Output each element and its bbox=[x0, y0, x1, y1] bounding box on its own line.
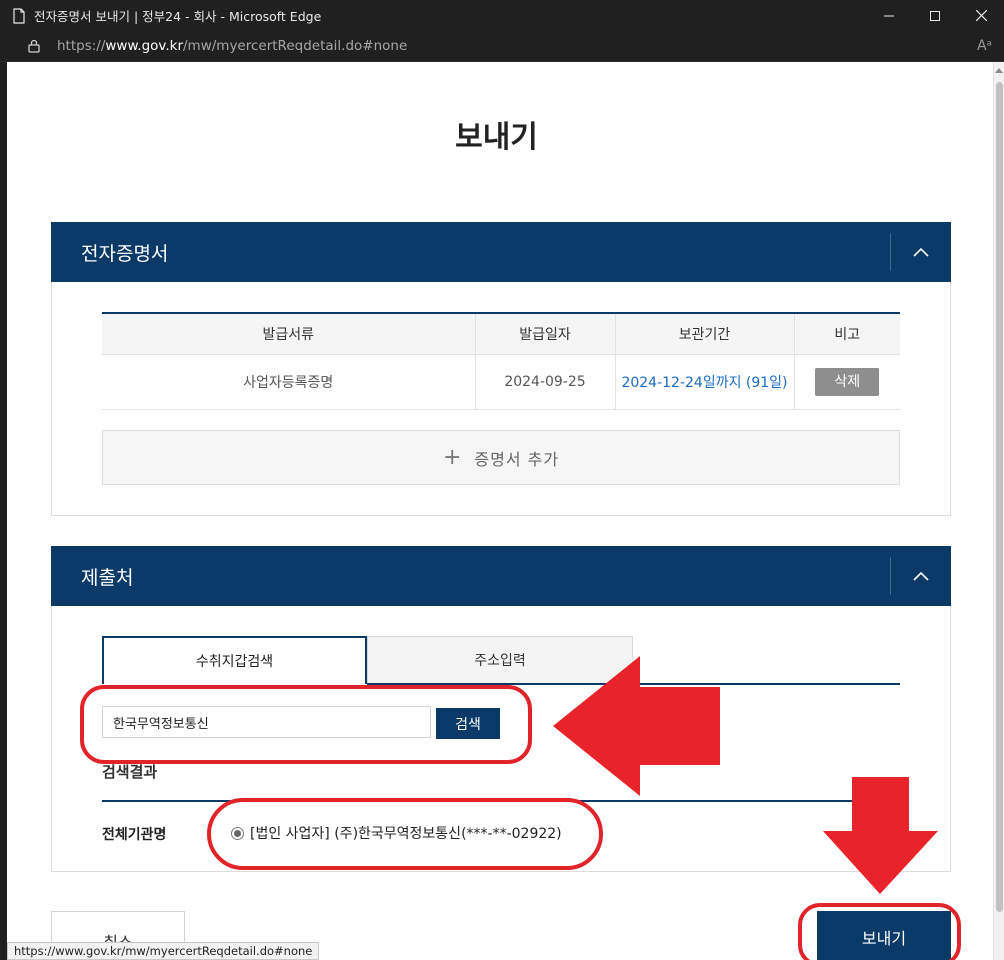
table-header-row: 발급서류 발급일자 보관기간 비고 bbox=[102, 313, 900, 355]
column-header: 비고 bbox=[793, 313, 900, 355]
scroll-up-icon[interactable] bbox=[995, 68, 1003, 73]
table-row: 사업자등록증명 2024-09-25 2024-12-24일까지 (91일) 삭… bbox=[102, 354, 900, 410]
chevron-up-icon bbox=[913, 571, 929, 581]
down-arrow-annotation bbox=[823, 777, 938, 894]
retention-period-cell: 2024-12-24일까지 (91일) bbox=[614, 354, 794, 410]
submitter-section-title: 제출처 bbox=[81, 566, 134, 589]
certificate-table: 발급서류 발급일자 보관기간 비고 사업자등록증명 2024-09-25 202… bbox=[102, 312, 900, 410]
search-results-title: 검색결과 bbox=[102, 763, 158, 781]
collapse-certificate-button[interactable] bbox=[891, 222, 951, 282]
scrollbar-thumb[interactable] bbox=[996, 82, 1003, 912]
add-certificate-label: 증명서 추가 bbox=[474, 449, 560, 469]
collapse-submitter-button[interactable] bbox=[891, 546, 951, 606]
submitter-section-header: 제출처 bbox=[51, 546, 951, 606]
maximize-button[interactable] bbox=[912, 0, 958, 31]
action-cell: 삭제 bbox=[793, 354, 900, 410]
organization-label: 전체기관명 bbox=[102, 827, 167, 843]
window-title: 전자증명서 보내기 | 정부24 - 회사 - Microsoft Edge bbox=[34, 9, 322, 24]
read-aloud-icon[interactable]: Aᵃ bbox=[977, 38, 992, 54]
column-header: 발급서류 bbox=[102, 313, 475, 355]
close-window-button[interactable] bbox=[958, 0, 1004, 31]
delete-button[interactable]: 삭제 bbox=[815, 367, 880, 396]
maximize-icon bbox=[930, 10, 940, 21]
column-header: 보관기간 bbox=[614, 313, 794, 355]
chevron-up-icon bbox=[913, 247, 929, 257]
url-prefix: https:// bbox=[57, 38, 106, 54]
document-name-cell: 사업자등록증명 bbox=[102, 354, 475, 410]
page-title: 보내기 bbox=[455, 120, 538, 155]
result-highlight-ellipse bbox=[207, 798, 603, 870]
plus-icon: + bbox=[442, 445, 463, 470]
certificate-section-header: 전자증명서 bbox=[51, 222, 951, 282]
minimize-button[interactable] bbox=[866, 0, 912, 31]
window-edge bbox=[0, 62, 7, 960]
close-icon bbox=[975, 10, 987, 21]
url-domain: www.gov.kr bbox=[105, 38, 183, 54]
column-header: 발급일자 bbox=[474, 313, 615, 355]
address-bar[interactable]: https://www.gov.kr/mw/myercertReqdetail.… bbox=[0, 31, 1004, 62]
add-certificate-button[interactable]: + 증명서 추가 bbox=[102, 430, 900, 485]
minimize-icon bbox=[884, 15, 894, 16]
certificate-section-title: 전자증명서 bbox=[81, 242, 169, 265]
left-arrow-annotation bbox=[553, 656, 720, 796]
issue-date-cell: 2024-09-25 bbox=[474, 354, 615, 410]
window-titlebar: 전자증명서 보내기 | 정부24 - 회사 - Microsoft Edge bbox=[0, 0, 1004, 31]
document-icon bbox=[13, 7, 25, 24]
search-highlight-ellipse bbox=[80, 685, 532, 764]
lock-icon bbox=[28, 39, 40, 53]
url-path: /mw/myercertReqdetail.do#none bbox=[183, 38, 408, 54]
send-highlight-ellipse bbox=[798, 903, 961, 960]
status-bar-url: https://www.gov.kr/mw/myercertReqdetail.… bbox=[7, 942, 320, 960]
scrollbar[interactable] bbox=[993, 62, 1004, 960]
tab-wallet-search[interactable]: 수취지갑검색 bbox=[102, 636, 367, 684]
